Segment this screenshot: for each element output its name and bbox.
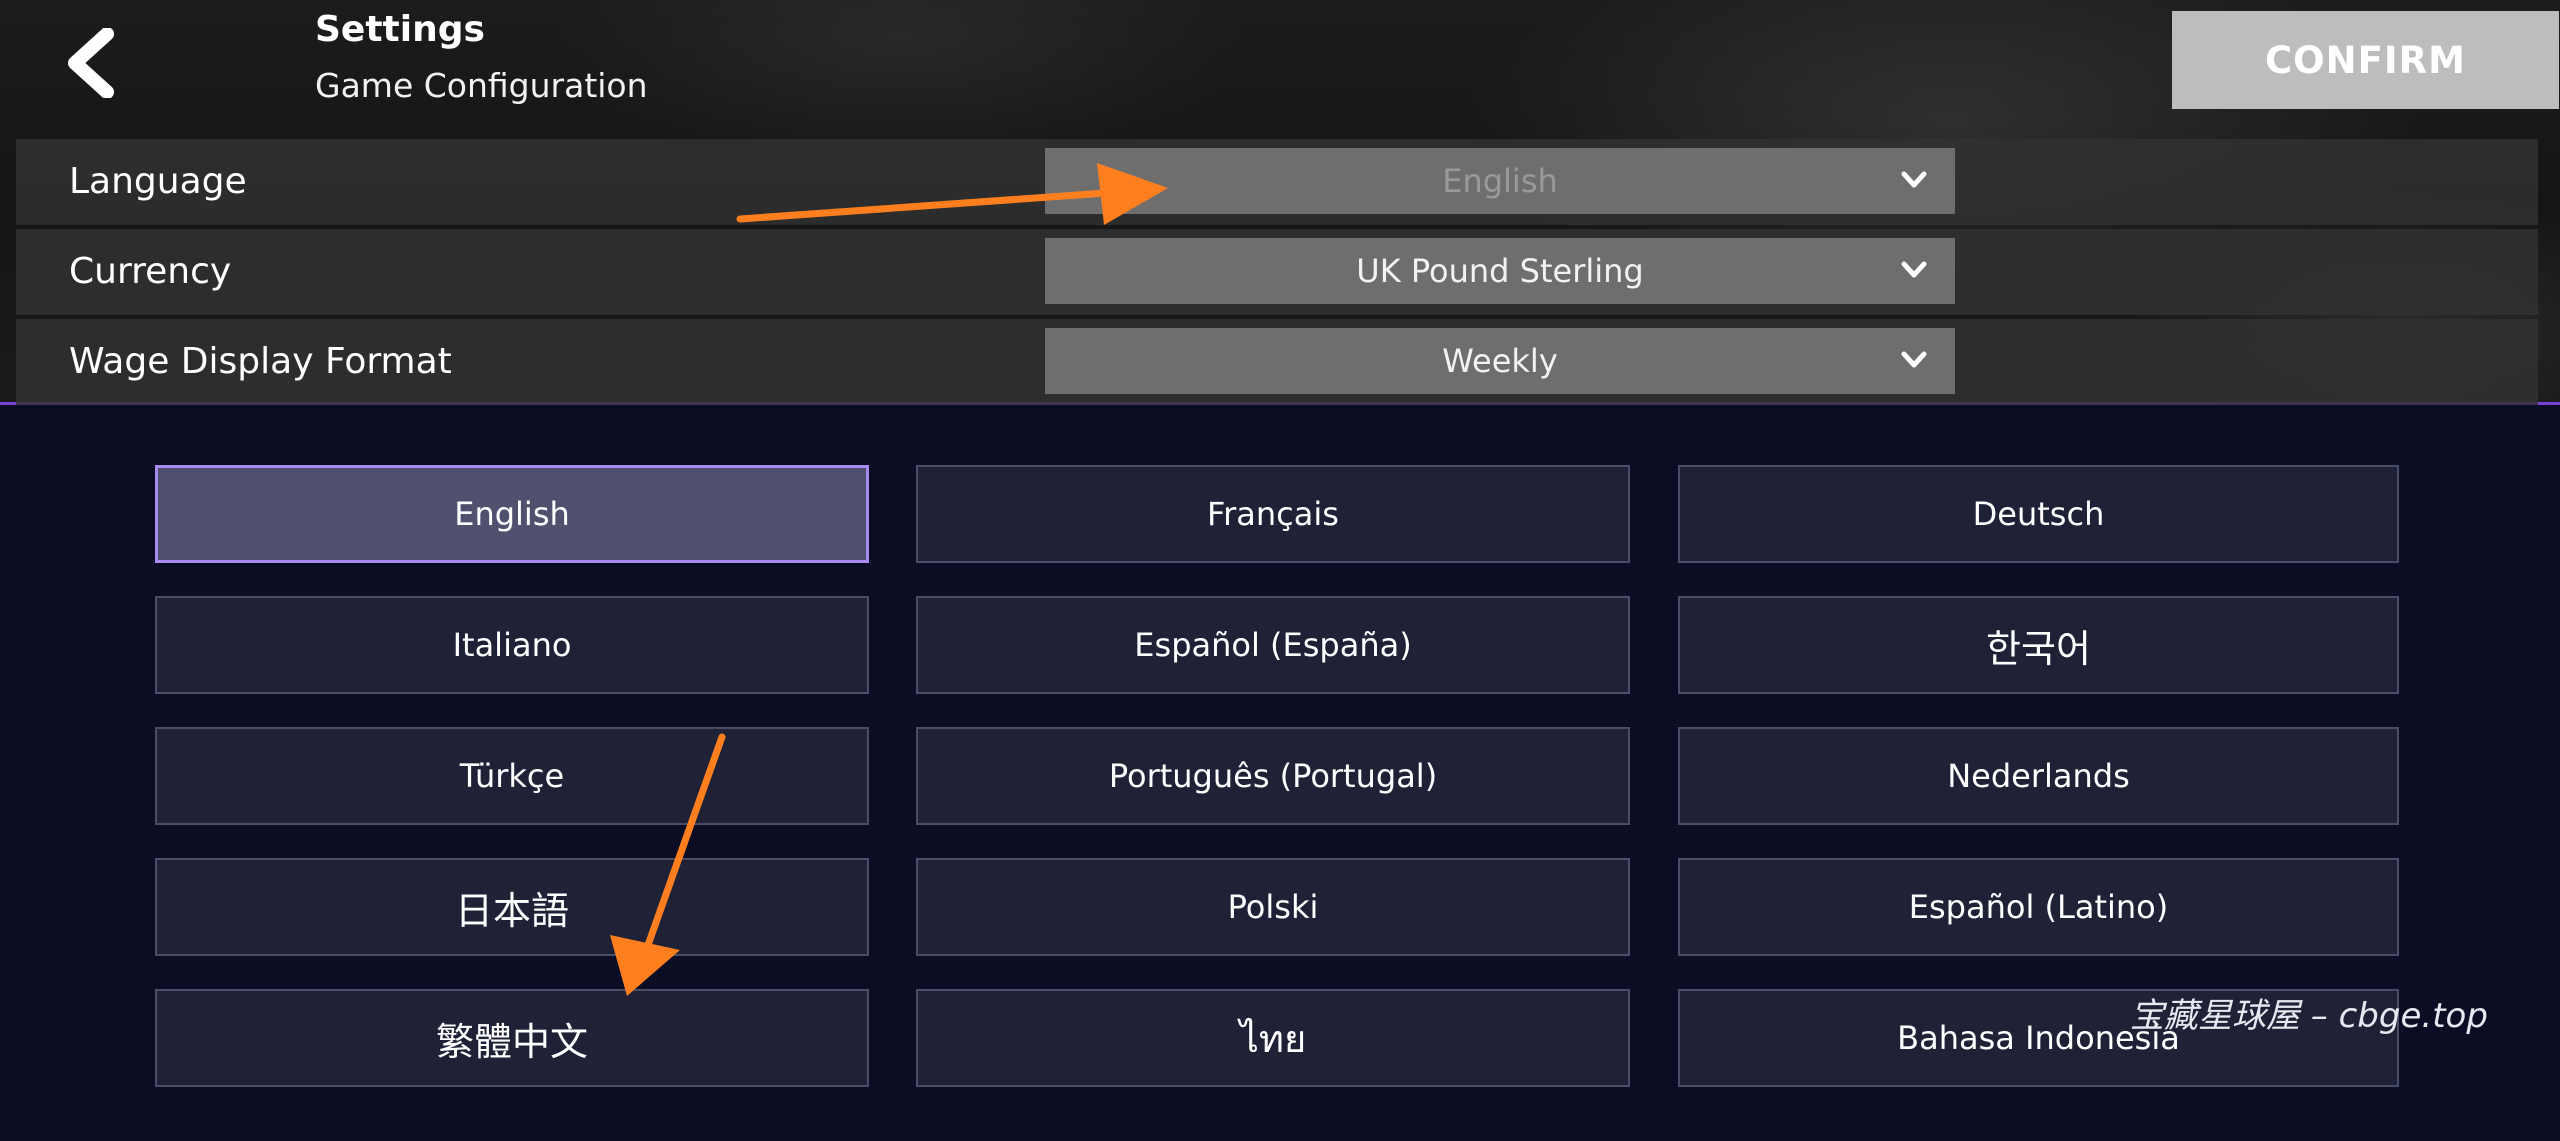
dropdown-value: Weekly [1442,342,1558,380]
language-option-nederlands[interactable]: Nederlands [1678,727,2399,825]
language-option-turkce[interactable]: Türkçe [155,727,869,825]
language-option-korean[interactable]: 한국어 [1678,596,2399,694]
language-option-polski[interactable]: Polski [916,858,1630,956]
page-subtitle: Game Configuration [315,66,648,105]
language-option-english[interactable]: English [155,465,869,563]
chevron-down-icon [1901,351,1927,368]
language-option-traditional-chinese[interactable]: 繁體中文 [155,989,869,1087]
setting-label: Wage Display Format [69,341,452,382]
language-option-japanese[interactable]: 日本語 [155,858,869,956]
back-button[interactable] [55,26,125,100]
language-option-thai[interactable]: ไทย [916,989,1630,1087]
page-title: Settings [315,9,485,50]
language-option-espanol-espana[interactable]: Español (España) [916,596,1630,694]
language-option-francais[interactable]: Français [916,465,1630,563]
language-option-italiano[interactable]: Italiano [155,596,869,694]
settings-header-panel: Settings Game Configuration CONFIRM Lang… [0,0,2560,405]
language-dropdown[interactable]: English [1045,148,1955,214]
language-option-portugues[interactable]: Português (Portugal) [916,727,1630,825]
confirm-button[interactable]: CONFIRM [2172,11,2559,109]
chevron-down-icon [1901,261,1927,278]
setting-label: Currency [69,251,232,292]
language-option-espanol-latino[interactable]: Español (Latino) [1678,858,2399,956]
wage-format-dropdown[interactable]: Weekly [1045,328,1955,394]
setting-row-wage-format: Wage Display Format Weekly [16,319,2538,405]
watermark-text: 宝藏星球屋 – cbge.top [2130,996,2488,1036]
chevron-down-icon [1901,171,1927,188]
dropdown-value: UK Pound Sterling [1356,252,1644,290]
setting-label: Language [69,161,247,202]
dropdown-value: English [1442,162,1558,200]
chevron-left-icon [68,28,114,98]
currency-dropdown[interactable]: UK Pound Sterling [1045,238,1955,304]
language-option-deutsch[interactable]: Deutsch [1678,465,2399,563]
setting-row-currency: Currency UK Pound Sterling [16,229,2538,315]
setting-row-language: Language English [16,139,2538,225]
